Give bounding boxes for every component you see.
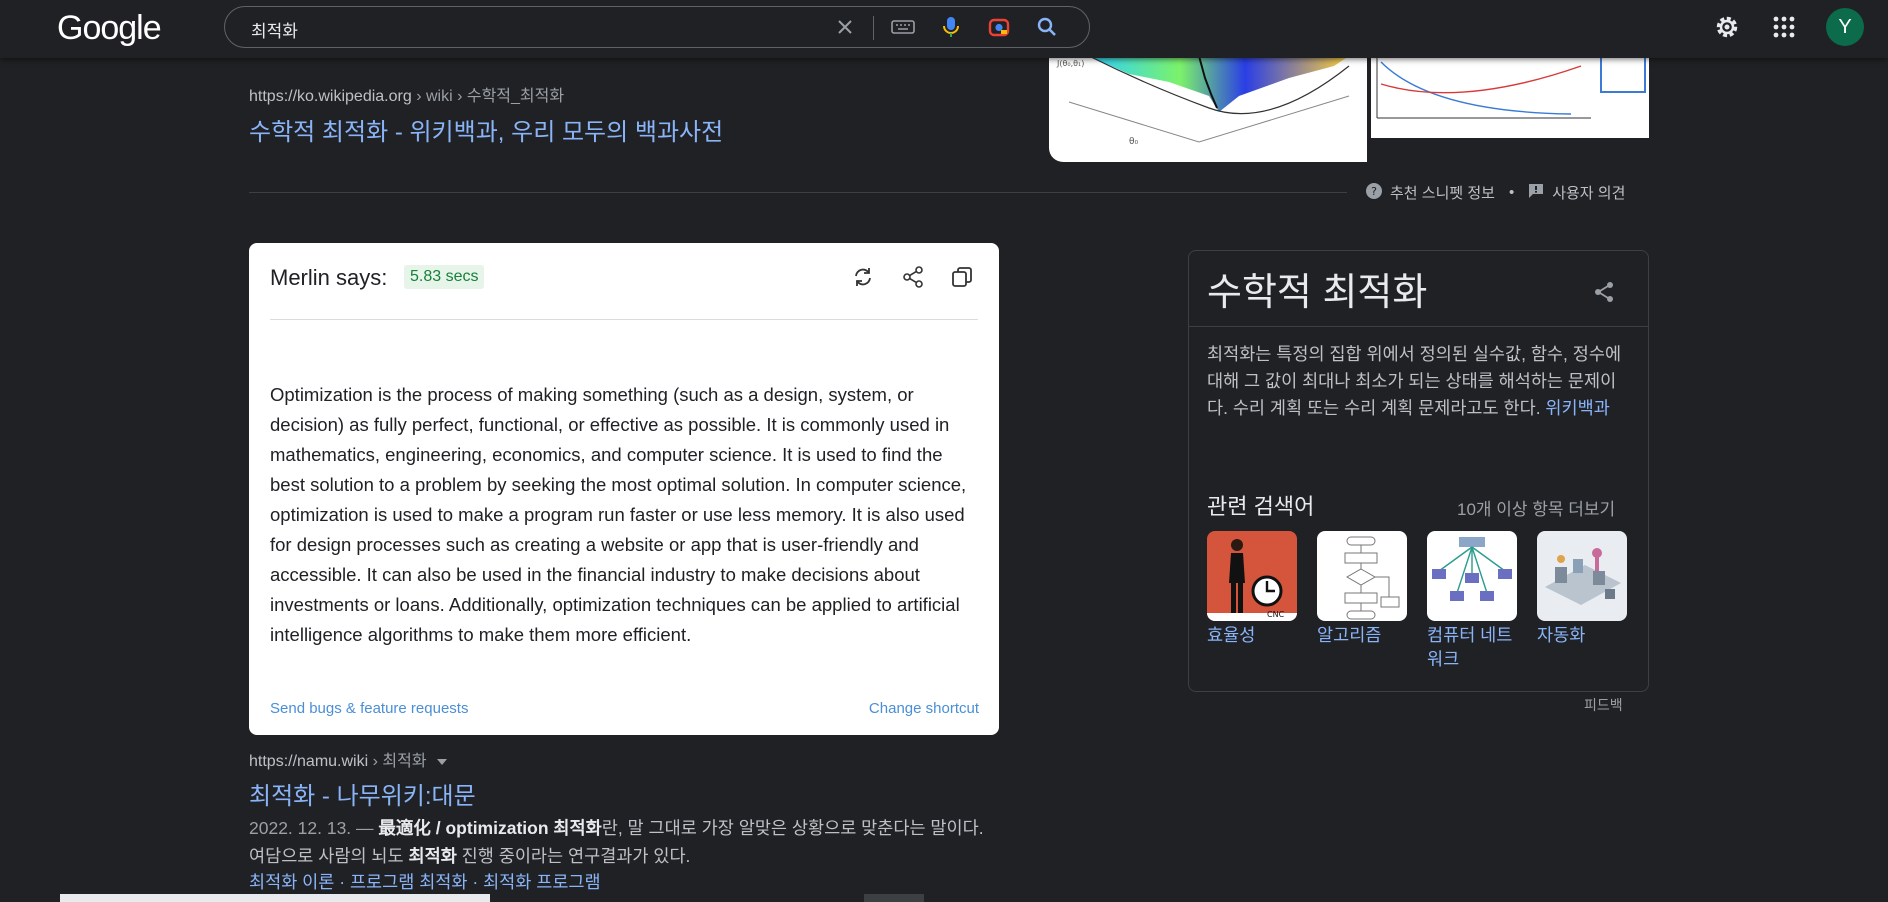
- settings-gear-icon[interactable]: [1711, 11, 1743, 43]
- result-url-path: › wiki › 수학적_최적화: [411, 88, 565, 105]
- desc-part: 진행 중이라는 연구결과가 있다.: [456, 846, 691, 866]
- flowchart-image: [1317, 531, 1407, 621]
- bottom-element-partial: [60, 894, 490, 902]
- sitelink[interactable]: 프로그램 최적화: [350, 872, 468, 892]
- knowledge-panel: 수학적 최적화 최적화는 특정의 집합 위에서 정의된 실수값, 함수, 정수에…: [1188, 250, 1649, 692]
- snippet-info-link[interactable]: 추천 스니펫 정보: [1390, 182, 1495, 203]
- result-url-base: https://ko.wikipedia.org: [249, 88, 412, 105]
- top-bar: Google 최적화 Y: [0, 0, 1888, 58]
- knowledge-panel-description: 최적화는 특정의 집합 위에서 정의된 실수값, 함수, 정수에 대해 그 값이…: [1207, 341, 1627, 422]
- share-icon[interactable]: [899, 263, 927, 291]
- factory-line-image: [1537, 531, 1627, 621]
- result-description: 2022. 12. 13. — 最適化 / optimization 최적화란,…: [249, 814, 994, 870]
- related-card-label: 자동화: [1537, 625, 1586, 645]
- wikipedia-source-link[interactable]: 위키백과: [1545, 398, 1609, 418]
- related-card-computer-network[interactable]: 컴퓨터 네트워크: [1427, 531, 1519, 671]
- result-images: θ₀ J(θ₀,θ₁): [1049, 56, 1649, 162]
- panel-feedback-link[interactable]: 피드백: [1584, 695, 1623, 715]
- related-card-efficiency[interactable]: CNC 효율성: [1207, 531, 1299, 647]
- desc-bold-keyword: 최적화: [553, 818, 602, 838]
- related-card-label: 알고리즘: [1317, 625, 1382, 645]
- account-avatar[interactable]: Y: [1826, 8, 1864, 46]
- keyboard-icon[interactable]: [891, 15, 915, 39]
- result-url-wikipedia[interactable]: https://ko.wikipedia.org › wiki › 수학적_최적…: [249, 82, 564, 106]
- view-more-link[interactable]: 10개 이상 항목 더보기: [1457, 495, 1615, 520]
- merlin-divider: [270, 319, 978, 320]
- lens-camera-icon[interactable]: [987, 15, 1011, 39]
- related-card-label: 컴퓨터 네트워크: [1427, 625, 1513, 669]
- sitelinks: 최적화 이론 · 프로그램 최적화 · 최적화 프로그램: [249, 869, 601, 894]
- desc-bold-keyword: 최적화: [408, 846, 457, 866]
- help-circle-icon[interactable]: ?: [1366, 182, 1382, 203]
- result-title-namuwiki[interactable]: 최적화 - 나무위키:대문: [249, 776, 476, 811]
- sitelink-separator: ·: [467, 872, 484, 892]
- sitelink[interactable]: 최적화 프로그램: [483, 872, 601, 892]
- search-box[interactable]: 최적화: [224, 6, 1090, 48]
- result-url-path: › 최적화: [368, 753, 427, 770]
- feedback-flag-icon[interactable]: [1528, 183, 1544, 203]
- bottom-element-partial: [864, 894, 924, 902]
- search-input[interactable]: 최적화: [251, 17, 298, 42]
- user-feedback-link[interactable]: 사용자 의견: [1552, 182, 1625, 203]
- related-card-automation[interactable]: 자동화: [1537, 531, 1629, 647]
- snippet-info-bar: ? 추천 스니펫 정보 • 사용자 의견: [1366, 182, 1625, 203]
- google-logo[interactable]: Google: [57, 9, 162, 48]
- apps-grid-icon[interactable]: [1768, 11, 1800, 43]
- search-icon[interactable]: [1035, 15, 1059, 39]
- desc-part: 最適化 / optimization: [378, 818, 554, 838]
- result-title-wikipedia[interactable]: 수학적 최적화 - 위키백과, 우리 모두의 백과사전: [249, 112, 723, 147]
- sitelink[interactable]: 최적화 이론: [249, 872, 334, 892]
- send-bugs-link[interactable]: Send bugs & feature requests: [270, 700, 468, 717]
- result-date: 2022. 12. 13. —: [249, 818, 379, 838]
- bullet-separator: •: [1508, 184, 1515, 201]
- sitelink-separator: ·: [334, 872, 350, 892]
- svg-text:θ₀: θ₀: [1129, 137, 1139, 147]
- merlin-says-label: Merlin says:: [270, 265, 388, 290]
- merlin-answer-card: Merlin says: 5.83 secs Optimization is t…: [249, 243, 999, 735]
- svg-text:J(θ₀,θ₁): J(θ₀,θ₁): [1056, 59, 1084, 68]
- response-time-badge: 5.83 secs: [404, 265, 485, 289]
- share-icon[interactable]: [1591, 279, 1617, 305]
- svg-text:CNC: CNC: [1267, 610, 1285, 619]
- snippet-divider: [249, 192, 1347, 193]
- change-shortcut-link[interactable]: Change shortcut: [869, 700, 979, 717]
- related-searches-heading: 관련 검색어: [1207, 494, 1315, 519]
- copy-icon[interactable]: [948, 263, 976, 291]
- result-options-chevron-icon[interactable]: [437, 753, 447, 770]
- microphone-icon[interactable]: [939, 15, 963, 39]
- related-card-algorithm[interactable]: 알고리즘: [1317, 531, 1409, 647]
- knowledge-panel-title: 수학적 최적화: [1207, 272, 1428, 314]
- cost-curve-image[interactable]: [1371, 56, 1649, 138]
- refresh-icon[interactable]: [849, 263, 877, 291]
- businesswoman-clock-image: CNC: [1207, 531, 1297, 621]
- svg-text:?: ?: [1371, 185, 1377, 198]
- search-divider: [873, 16, 874, 40]
- merlin-answer-text: Optimization is the process of making so…: [270, 384, 967, 645]
- knowledge-panel-divider: [1189, 326, 1648, 327]
- clear-icon[interactable]: [833, 15, 857, 39]
- surface-plot-image[interactable]: θ₀ J(θ₀,θ₁): [1049, 56, 1367, 162]
- related-card-label: 효율성: [1207, 625, 1256, 645]
- network-diagram-image: [1427, 531, 1517, 621]
- result-url-base: https://namu.wiki: [249, 753, 369, 770]
- result-url-namuwiki[interactable]: https://namu.wiki › 최적화: [249, 747, 447, 771]
